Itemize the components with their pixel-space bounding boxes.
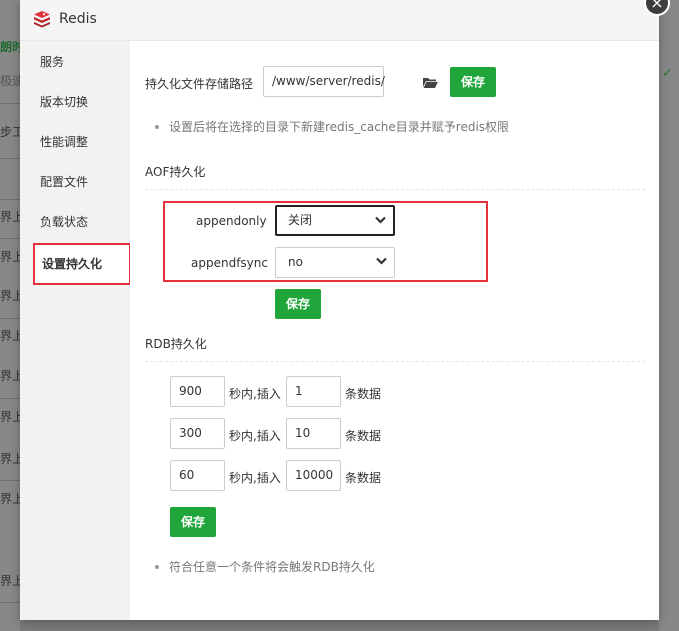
background-divider [0, 398, 20, 399]
background-text: 界上 [0, 289, 20, 303]
rdb-section-title: RDB持久化 [145, 337, 207, 351]
rdb-mid-label: 秒内,插入 [229, 387, 281, 401]
rdb-count-input[interactable]: 10000 [286, 460, 341, 491]
close-icon: × [650, 0, 664, 12]
background-text: 界上 [0, 329, 20, 343]
rdb-tip-text: 符合任意一个条件将会触发RDB持久化 [169, 560, 375, 574]
background-text: 极速 [0, 74, 20, 88]
rdb-count-input[interactable]: 1 [286, 376, 341, 407]
bullet-dot [155, 124, 159, 129]
aof-section-title: AOF持久化 [145, 165, 206, 179]
rdb-tip: 符合任意一个条件将会触发RDB持久化 [155, 558, 375, 575]
check-icon: ✓ [662, 66, 673, 81]
rdb-mid-label: 秒内,插入 [229, 471, 281, 485]
background-divider [0, 238, 20, 239]
background-divider [0, 199, 20, 200]
sidebar-item-load-status[interactable]: 负载状态 [20, 202, 130, 242]
sidebar-item-version-switch[interactable]: 版本切换 [20, 82, 130, 122]
aof-save-button[interactable]: 保存 [275, 289, 321, 319]
chevron-down-icon [375, 216, 386, 224]
rdb-mid-label: 秒内,插入 [229, 429, 281, 443]
background-text: 界上 [0, 492, 20, 506]
appendfsync-label: appendfsync [191, 256, 268, 270]
chevron-down-icon [376, 257, 387, 265]
persist-path-tip: 设置后将在选择的目录下新建redis_cache目录并赋予redis权限 [155, 118, 509, 135]
persist-path-input[interactable]: /www/server/redis/ [263, 66, 385, 97]
rdb-seconds-input[interactable]: 900 [170, 376, 225, 407]
persist-path-save-button[interactable]: 保存 [450, 67, 496, 97]
folder-open-icon[interactable] [423, 77, 438, 88]
appendfsync-select[interactable]: no [275, 247, 395, 278]
persist-path-label: 持久化文件存储路径 [145, 77, 254, 91]
modal-header: Redis [20, 0, 659, 41]
appendfsync-value: no [288, 255, 303, 269]
modal-title: Redis [59, 11, 97, 27]
persistence-panel: 持久化文件存储路径 /www/server/redis/ 保存 设置后将在选择的… [130, 41, 659, 620]
background-divider [0, 602, 20, 603]
background-text: 朗时间 [0, 40, 20, 54]
rdb-divider [145, 361, 645, 362]
appendonly-label: appendonly [196, 214, 267, 228]
rdb-save-button[interactable]: 保存 [170, 507, 216, 537]
sidebar-item-performance[interactable]: 性能调整 [20, 122, 130, 162]
background-text: 界上 [0, 250, 20, 264]
rdb-count-input[interactable]: 10 [286, 418, 341, 449]
background-text: 界上 [0, 574, 20, 588]
background-text: 界上 [0, 410, 20, 424]
background-text: 步工 [0, 125, 20, 139]
background-divider [0, 103, 20, 104]
background-divider [0, 158, 20, 159]
aof-divider [145, 189, 645, 190]
rdb-end-label: 条数据 [345, 471, 382, 485]
background-text: 界上 [0, 369, 20, 383]
background-right-strip [659, 0, 679, 631]
persist-path-tip-text: 设置后将在选择的目录下新建redis_cache目录并赋予redis权限 [169, 120, 510, 134]
background-text: 界上 [0, 210, 20, 224]
background-divider [0, 480, 20, 481]
rdb-seconds-input[interactable]: 60 [170, 460, 225, 491]
rdb-seconds-input[interactable]: 300 [170, 418, 225, 449]
redis-modal: Redis × 服务 版本切换 性能调整 配置文件 负载状态 设置持久化 持久化… [20, 0, 670, 620]
redis-logo-icon [34, 11, 50, 28]
sidebar: 服务 版本切换 性能调整 配置文件 负载状态 设置持久化 [20, 41, 131, 620]
sidebar-item-config-file[interactable]: 配置文件 [20, 162, 130, 202]
background-left-strip: 朗时间 极速 步工 界上 界上 界上 界上 界上 界上 界上 界上 界上 [0, 0, 20, 631]
appendonly-select[interactable]: 关闭 [275, 205, 395, 236]
sidebar-item-persistence[interactable]: 设置持久化 [33, 243, 131, 285]
rdb-end-label: 条数据 [345, 387, 382, 401]
rdb-end-label: 条数据 [345, 429, 382, 443]
sidebar-item-service[interactable]: 服务 [20, 42, 130, 82]
background-text: 界上 [0, 452, 20, 466]
appendonly-value: 关闭 [288, 213, 313, 227]
background-divider [0, 318, 20, 319]
bullet-dot [155, 564, 159, 569]
